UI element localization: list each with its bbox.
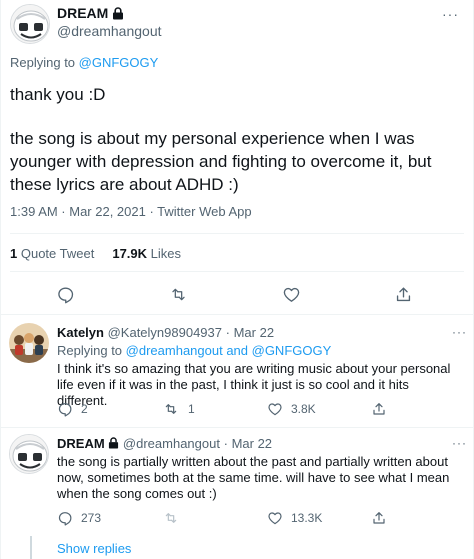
retweet-button[interactable] xyxy=(162,510,188,526)
replying-to-link[interactable]: @GNFGOGY xyxy=(79,55,159,70)
replying-to-link[interactable]: @dreamhangout and @GNFGOGY xyxy=(126,343,332,358)
reply-count: 2 xyxy=(81,402,88,416)
retweet-button[interactable]: 1 xyxy=(162,401,195,417)
author-handle[interactable]: @dreamhangout xyxy=(57,23,162,39)
divider xyxy=(10,271,464,272)
retweet-icon xyxy=(171,288,185,300)
replying-prefix: Replying to xyxy=(10,55,76,70)
reply-date[interactable]: Mar 22 xyxy=(234,325,274,340)
like-icon xyxy=(283,287,299,302)
dream-smiley-mask-avatar-icon xyxy=(10,435,48,473)
divider xyxy=(1,314,473,315)
share-icon xyxy=(396,286,410,301)
likes-stat[interactable]: 17.9K Likes xyxy=(112,246,181,261)
reply-separator: · xyxy=(223,436,228,451)
tweet-stats: 1 Quote Tweet 17.9K Likes xyxy=(10,246,181,261)
reply-handle[interactable]: @Katelyn98904937 xyxy=(108,325,222,340)
share-button[interactable] xyxy=(371,401,387,417)
divider xyxy=(1,427,473,428)
like-button[interactable]: 13.3K xyxy=(267,510,322,526)
reply-avatar[interactable] xyxy=(9,323,49,363)
reply-button[interactable]: 2 xyxy=(57,401,88,417)
reply-action-bar: 2 1 3.8K xyxy=(57,401,474,417)
replying-to: Replying to @GNFGOGY xyxy=(10,55,158,70)
reply-avatar[interactable] xyxy=(9,434,49,474)
more-dots-icon[interactable]: ··· xyxy=(452,325,467,339)
tweet-timestamp[interactable]: 1:39 AM · Mar 22, 2021 · Twitter Web App xyxy=(10,204,252,219)
share-icon xyxy=(373,512,385,524)
reply-button[interactable]: 273 xyxy=(57,510,101,526)
group-photo-avatar-icon xyxy=(9,323,49,363)
show-replies-link[interactable]: Show replies xyxy=(57,541,131,556)
likes-label: Likes xyxy=(150,246,182,261)
reply-separator: · xyxy=(225,325,230,340)
thread-connector xyxy=(30,536,32,559)
reply-icon xyxy=(58,403,72,417)
reply-action-bar: 273 13.3K xyxy=(57,510,474,526)
like-icon xyxy=(268,512,282,525)
quote-label: Quote Tweet xyxy=(20,246,95,261)
like-icon xyxy=(268,403,282,416)
like-count: 17.9K xyxy=(112,246,148,261)
quote-tweet-stat[interactable]: 1 Quote Tweet xyxy=(10,246,94,261)
lock-icon xyxy=(109,437,119,449)
reply-count: 273 xyxy=(81,511,102,525)
like-button[interactable]: 3.8K xyxy=(267,401,316,417)
tweet-text-line-2: the song is about my personal experience… xyxy=(10,129,432,194)
retweet-button[interactable] xyxy=(167,283,189,305)
divider xyxy=(10,233,464,234)
share-button[interactable] xyxy=(392,283,414,305)
share-icon xyxy=(373,403,385,415)
reply-text: the song is partially written about the … xyxy=(57,454,450,501)
like-count: 13.3K xyxy=(291,511,323,525)
like-count: 3.8K xyxy=(291,402,316,416)
reply-header: DREAM @dreamhangout · Mar 22 xyxy=(57,436,272,451)
retweet-count: 1 xyxy=(188,402,195,416)
reply-button[interactable] xyxy=(54,283,76,305)
author-display-name[interactable]: DREAM xyxy=(57,5,108,21)
tweet-detail-view: DREAM @dreamhangout ··· Replying to @GNF… xyxy=(0,0,474,559)
reply-display-name[interactable]: Katelyn xyxy=(57,325,104,340)
reply-header: Katelyn @Katelyn98904937 · Mar 22 xyxy=(57,325,274,340)
reply-icon xyxy=(57,286,73,303)
share-button[interactable] xyxy=(371,510,387,526)
reply-date[interactable]: Mar 22 xyxy=(232,436,272,451)
quote-count: 1 xyxy=(10,246,18,261)
more-dots-icon[interactable]: ··· xyxy=(442,6,459,22)
reply-icon xyxy=(58,512,72,526)
author-name-row[interactable]: DREAM xyxy=(57,5,124,21)
like-button[interactable] xyxy=(280,283,302,305)
reply-display-name[interactable]: DREAM xyxy=(57,436,105,451)
author-avatar[interactable] xyxy=(10,4,50,44)
reply-replying-to: Replying to @dreamhangout and @GNFGOGY xyxy=(57,343,331,358)
reply-handle[interactable]: @dreamhangout xyxy=(123,436,220,451)
retweet-icon xyxy=(165,513,177,523)
dream-smiley-mask-avatar-icon xyxy=(11,5,49,43)
replying-prefix: Replying to xyxy=(57,343,123,358)
tweet-action-bar xyxy=(1,283,474,305)
more-dots-icon[interactable]: ··· xyxy=(452,436,467,450)
lock-icon xyxy=(113,6,124,19)
tweet-text-line-1: thank you :D xyxy=(10,85,106,104)
retweet-icon xyxy=(165,404,177,414)
